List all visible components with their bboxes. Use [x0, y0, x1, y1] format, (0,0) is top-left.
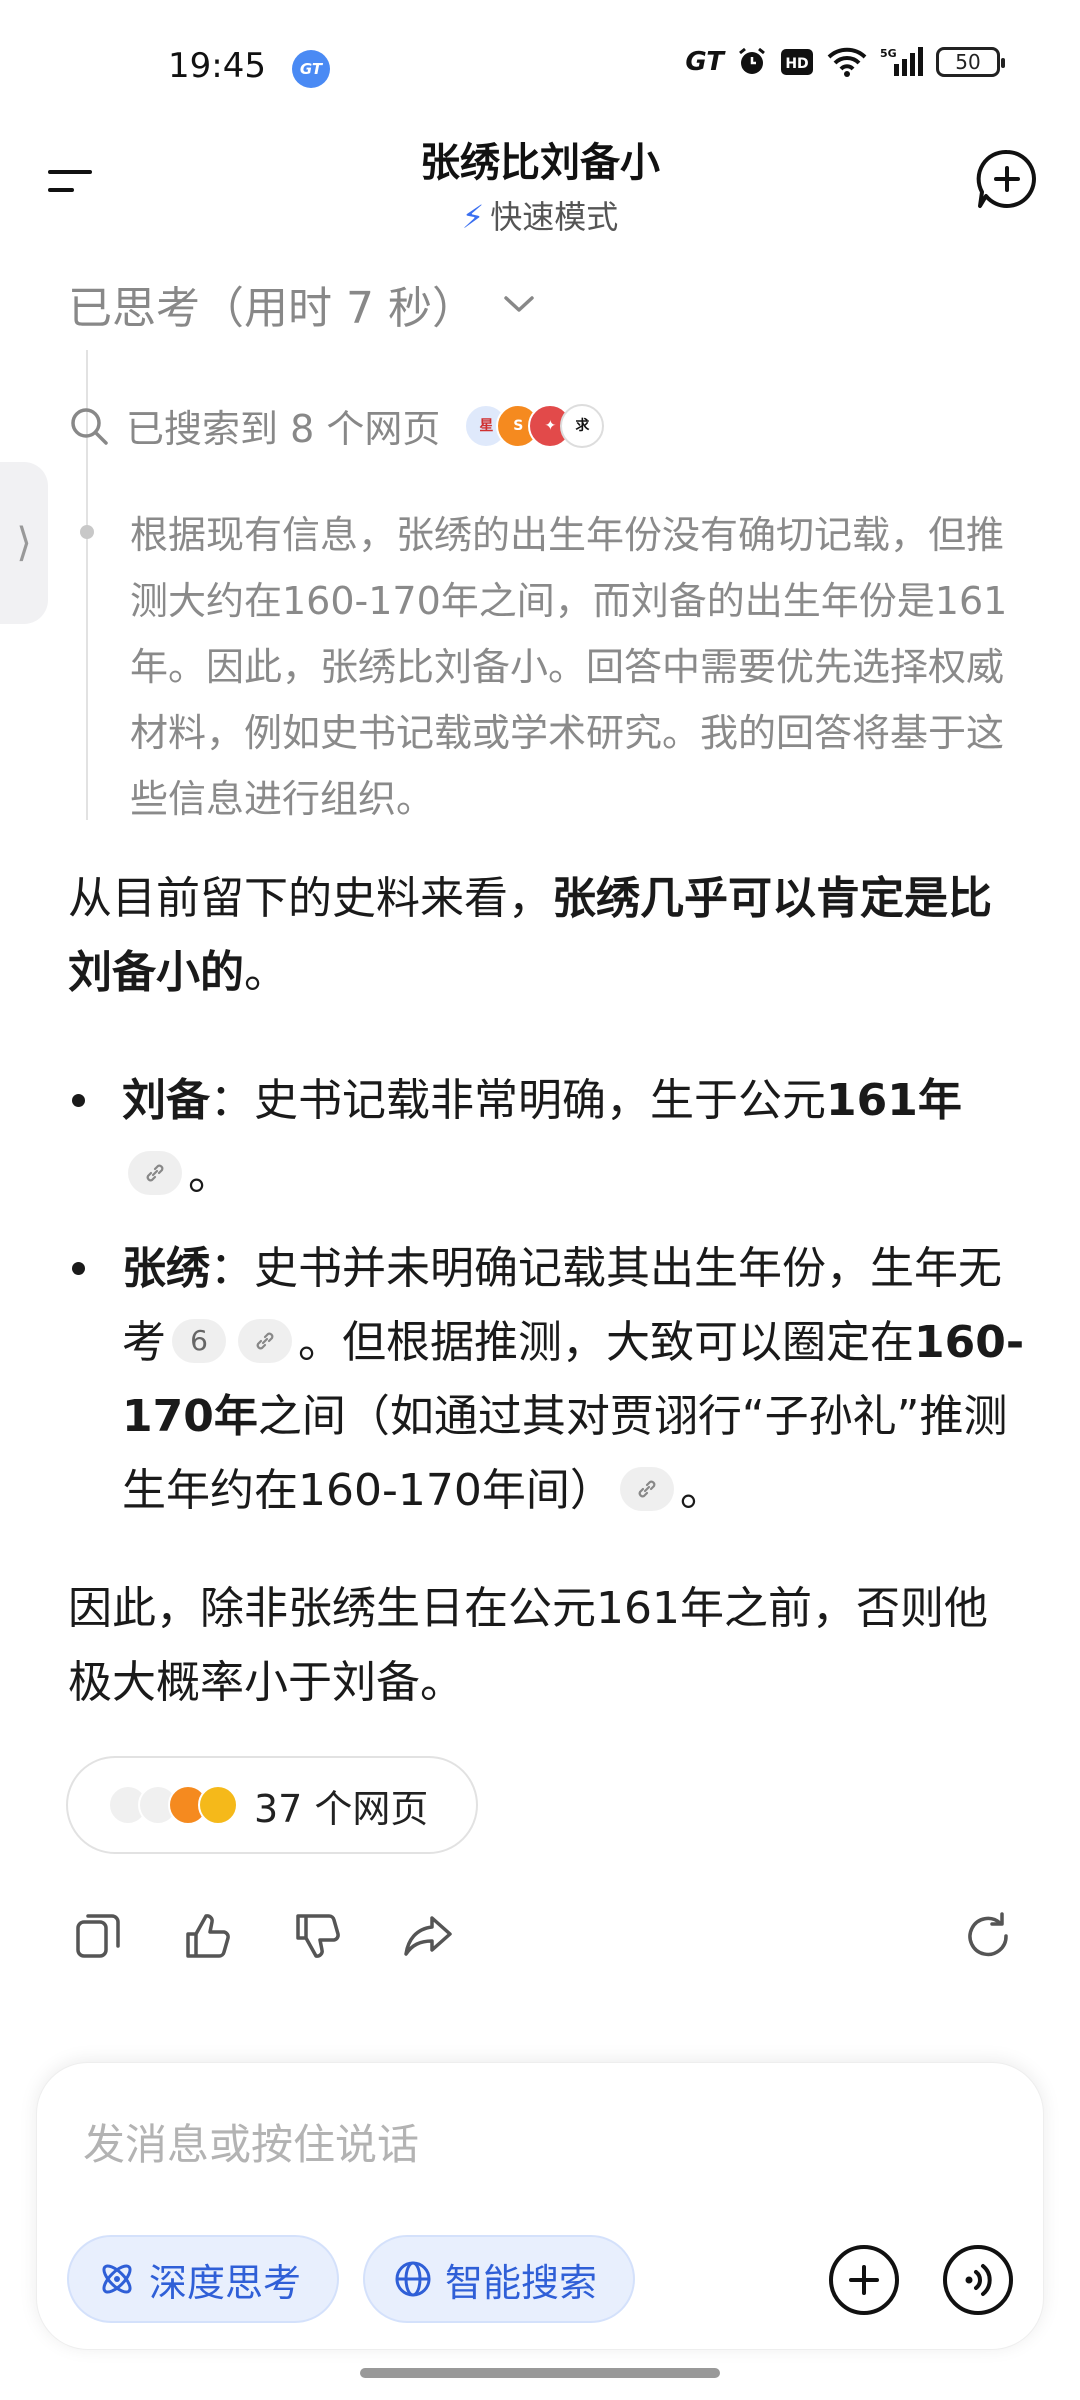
bullet-text: ：史书记载非常明确，生于公元	[210, 1075, 826, 1126]
thinking-text: 根据现有信息，张绣的出生年份没有确切记载，但推测大约在160-170年之间，而刘…	[130, 513, 1008, 821]
sources-button[interactable]: 37 个网页	[66, 1756, 478, 1854]
status-time: 19:45	[168, 46, 266, 86]
sidebar-expand-tab[interactable]: ⟩	[0, 462, 48, 624]
atom-icon	[102, 2264, 132, 2294]
share-icon	[404, 1916, 452, 1956]
hd-icon: HD	[780, 47, 814, 77]
copy-button[interactable]	[70, 1908, 126, 1964]
bullet-dot	[72, 1262, 85, 1275]
plus-icon	[849, 2265, 879, 2295]
bullet-end: 。	[679, 1465, 724, 1516]
deep-think-label: 深度思考	[149, 2260, 302, 2305]
chat-header: 张绣比刘备小 ⚡ 快速模式	[0, 120, 1080, 250]
bullet-name: 张绣	[122, 1243, 210, 1294]
deep-think-toggle[interactable]: 深度思考	[67, 2235, 339, 2323]
bullet-end: 。	[188, 1149, 232, 1200]
new-chat-icon	[976, 149, 1036, 208]
alarm-icon	[736, 46, 768, 78]
citation-link[interactable]	[128, 1151, 182, 1195]
svg-text:HD: HD	[785, 56, 808, 72]
answer-intro-end: 。	[244, 947, 288, 998]
bullet-emphasis: 161年	[826, 1075, 962, 1126]
answer-intro-text: 从目前留下的史料来看，	[68, 873, 552, 924]
status-icons: GT HD 5G 50	[685, 46, 1005, 78]
thumbs-up-icon	[186, 1914, 230, 1958]
link-icon	[146, 1164, 164, 1182]
voice-call-button[interactable]	[943, 2245, 1013, 2315]
message-composer: 发消息或按住说话 深度思考 智能搜索	[36, 2062, 1044, 2350]
source-icons	[108, 1785, 238, 1825]
home-indicator[interactable]	[360, 2368, 720, 2378]
smart-search-label: 智能搜索	[445, 2260, 598, 2305]
lightning-icon: ⚡	[461, 198, 485, 236]
copy-icon	[76, 1914, 120, 1958]
voice-wave-icon	[965, 2264, 992, 2296]
wifi-icon	[826, 46, 868, 78]
bullet-dot	[72, 1094, 85, 1107]
citation-link[interactable]	[238, 1319, 292, 1363]
thumbs-up-button[interactable]	[180, 1908, 236, 1964]
chat-title: 张绣比刘备小	[420, 140, 660, 186]
svg-text:5G: 5G	[880, 47, 897, 60]
answer-conclusion: 因此，除非张绣生日在公元161年之前，否则他极大概率小于刘备。	[68, 1583, 988, 1708]
citation-number[interactable]: 6	[172, 1319, 226, 1363]
source-favicons: 星 S ✦ 求	[464, 403, 605, 448]
thumbs-down-button[interactable]	[290, 1908, 346, 1964]
searched-count-text: 已搜索到 8 个网页	[126, 407, 441, 451]
new-chat-button[interactable]	[974, 146, 1040, 212]
share-button[interactable]	[400, 1908, 456, 1964]
bullet-name: 刘备	[122, 1075, 210, 1126]
thinking-toggle[interactable]: 已思考（用时 7 秒）	[68, 272, 536, 336]
chevron-down-icon	[504, 296, 534, 312]
link-icon	[256, 1332, 274, 1350]
gt-app-icon: GT	[292, 50, 330, 88]
source-favicon	[198, 1785, 238, 1825]
thinking-bullet	[80, 525, 94, 539]
search-icon	[71, 407, 108, 445]
status-bar: 19:45 GT GT HD 5G 50	[0, 0, 1080, 130]
citation-link[interactable]	[619, 1467, 674, 1511]
signal-icon: 5G	[880, 46, 924, 78]
gt-mode-label: GT	[685, 47, 724, 77]
search-results-row[interactable]: 已搜索到 8 个网页 星 S ✦ 求	[68, 398, 605, 453]
list-item: 刘备：史书记载非常明确，生于公元161年 。	[68, 1064, 1028, 1212]
regenerate-button[interactable]	[960, 1908, 1016, 1964]
thumbs-down-icon	[296, 1914, 340, 1958]
bullet-text-2: 。但根据推测，大致可以圈定在	[298, 1317, 914, 1368]
globe-icon	[395, 2261, 431, 2297]
source-favicon: 求	[560, 403, 605, 448]
link-icon	[638, 1480, 656, 1498]
mode-text: 快速模式	[490, 198, 619, 236]
add-attachment-button[interactable]	[829, 2245, 899, 2315]
answer-intro: 从目前留下的史料来看，张绣几乎可以肯定是比刘备小的。	[68, 862, 1028, 1010]
list-item: 张绣：史书并未明确记载其出生年份，生年无考 6 。但根据推测，大致可以圈定在160-…	[68, 1232, 1028, 1528]
thinking-summary: 已思考（用时 7 秒）	[68, 283, 476, 334]
sources-count: 37 个网页	[254, 1786, 429, 1831]
battery-indicator: 50	[936, 47, 1005, 77]
mode-label[interactable]: ⚡ 快速模式	[0, 192, 1080, 238]
smart-search-toggle[interactable]: 智能搜索	[363, 2235, 635, 2323]
message-input[interactable]: 发消息或按住说话	[83, 2111, 419, 2172]
message-actions	[70, 1908, 1020, 1968]
refresh-icon	[968, 1912, 1008, 1957]
